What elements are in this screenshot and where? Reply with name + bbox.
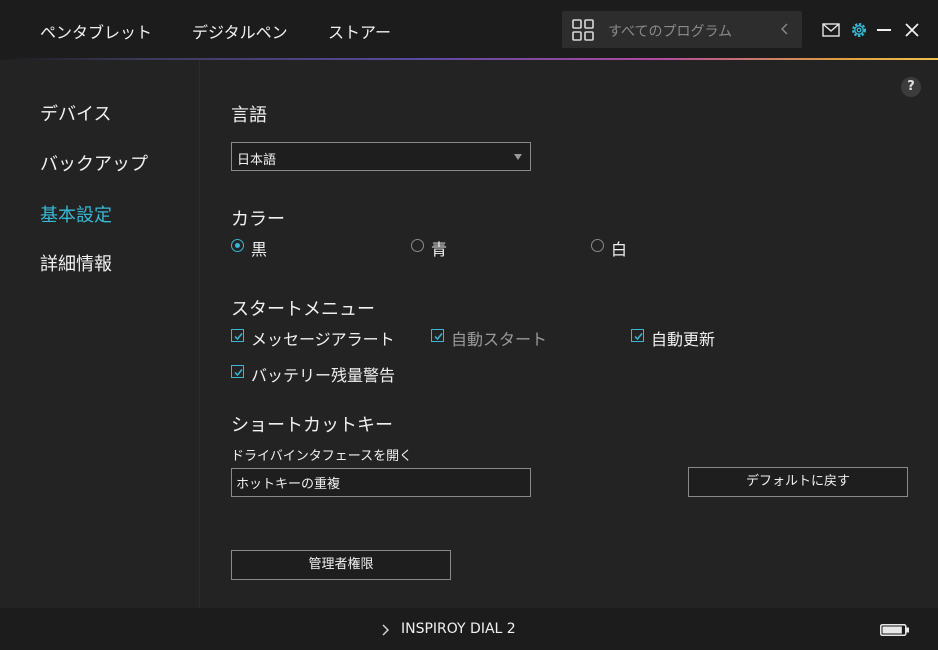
chevron-right-icon[interactable] [380,623,392,637]
program-search[interactable]: すべてのプログラム [562,11,802,48]
shortcut-title: ショートカットキー [231,415,393,436]
radio-button[interactable] [591,239,604,252]
search-placeholder[interactable]: すべてのプログラム [608,21,732,41]
start-menu-title: スタートメニュー [231,299,375,320]
radio-button[interactable] [411,239,424,252]
checkbox[interactable] [431,329,444,342]
sidebar-item-backup[interactable]: バックアップ [40,150,148,176]
checkbox[interactable] [231,365,244,378]
tab-pen-tablet[interactable]: ペンタブレット [40,19,152,43]
sidebar-item-basic-settings[interactable]: 基本設定 [40,201,112,227]
chevron-left-icon[interactable] [778,22,792,36]
radio-button-checked[interactable] [231,239,244,252]
checkbox[interactable] [231,329,244,342]
language-title: 言語 [231,105,267,126]
minimize-icon[interactable] [874,20,894,40]
radio-label: 白 [611,240,628,259]
settings-gear-icon[interactable] [849,20,869,40]
checkbox-label: メッセージアラート [251,330,395,349]
language-select[interactable]: 日本語 [231,142,531,171]
sidebar: デバイス バックアップ 基本設定 詳細情報 [0,60,200,608]
checkbox[interactable] [631,329,644,342]
admin-rights-button[interactable]: 管理者権限 [231,550,451,580]
grid-icon[interactable] [572,19,594,41]
radio-label: 黒 [251,240,268,259]
help-icon[interactable]: ? [901,77,921,97]
checkbox-label: バッテリー残量警告 [251,366,396,385]
sidebar-item-device[interactable]: デバイス [40,100,111,126]
shortcut-input[interactable] [231,468,531,497]
close-icon[interactable] [902,20,922,40]
mail-icon[interactable] [821,20,841,40]
checkbox-label: 自動更新 [651,330,716,349]
sidebar-item-details[interactable]: 詳細情報 [40,250,112,276]
checkbox-label: 自動スタート [451,330,548,349]
radio-label: 青 [431,240,448,259]
color-title: カラー [231,209,285,230]
battery-fill [882,626,902,634]
language-selected-value: 日本語 [237,153,277,168]
shortcut-field-label: ドライバインタフェースを開く [231,449,413,464]
dropdown-arrow-icon [514,154,522,160]
tab-store[interactable]: ストアー [328,19,391,43]
top-bar: ペンタブレット デジタルペン ストアー すべてのプログラム [0,0,938,60]
battery-icon [880,624,909,636]
tab-digital-pen[interactable]: デジタルペン [192,19,288,43]
restore-default-button[interactable]: デフォルトに戻す [688,467,908,497]
bottom-bar: INSPIROY DIAL 2 [0,608,938,650]
device-name[interactable]: INSPIROY DIAL 2 [401,621,516,637]
